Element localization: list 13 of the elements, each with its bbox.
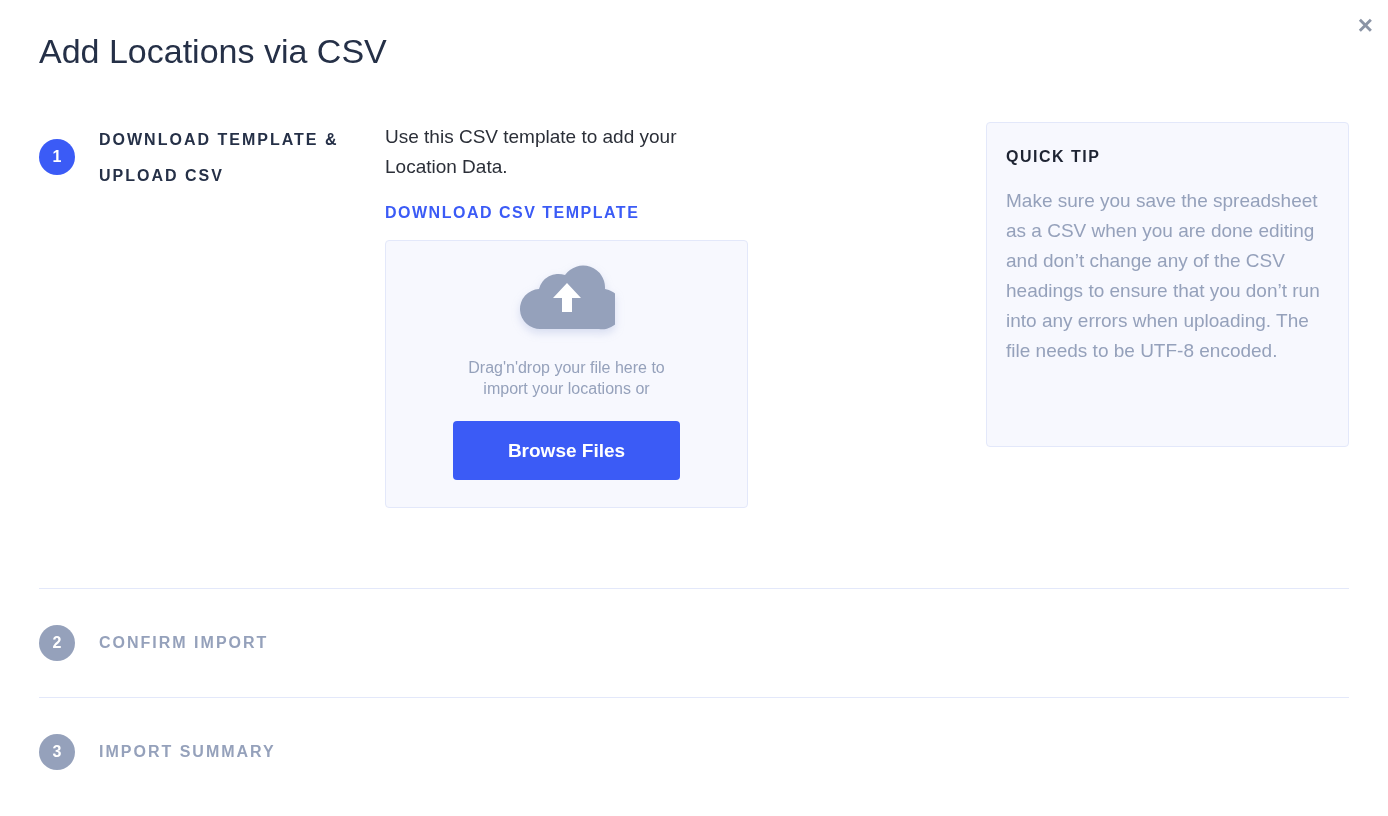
dialog-title: Add Locations via CSV bbox=[39, 32, 387, 71]
step-number: 3 bbox=[39, 734, 75, 770]
browse-files-button[interactable]: Browse Files bbox=[453, 421, 680, 480]
drop-zone[interactable]: Drag'n'drop your file here to import your locations or Browse Files bbox=[385, 240, 748, 508]
download-link[interactable]: DOWNLOAD CSV TEMPLATE bbox=[385, 204, 640, 222]
intro-text: Use this CSV template to add your Location Data. bbox=[385, 125, 678, 179]
step-number: 2 bbox=[39, 625, 75, 661]
step-title[interactable]: DOWNLOAD TEMPLATE & UPLOAD CSV bbox=[99, 122, 349, 194]
drop-instructions: Drag'n'drop your file here to import your locations or bbox=[467, 358, 666, 399]
tip-heading: QUICK TIP bbox=[1006, 148, 1102, 166]
close-button[interactable]: × bbox=[1353, 12, 1377, 38]
step-number: 1 bbox=[39, 139, 75, 175]
tip-text: Make sure you save the spreadsheet as a CSV when you are done editing and don’t change any of the CSV headings to ensure that you don’t run into any errors when uploading. The file needs to be UTF-8 encoded. bbox=[1006, 189, 1321, 363]
